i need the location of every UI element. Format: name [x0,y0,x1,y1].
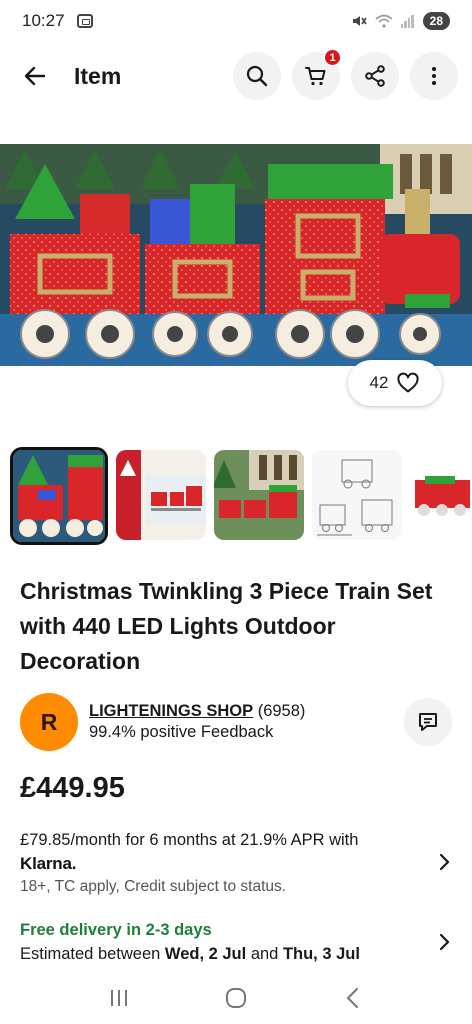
item-price: £449.95 [20,772,125,804]
delivery-row[interactable]: Free delivery in 2-3 days Estimated betw… [20,918,460,968]
more-options-button[interactable] [410,52,458,100]
header-actions: 1 [233,48,458,100]
back-arrow-icon [24,66,46,86]
thumbnail-4[interactable] [312,450,402,540]
recents-button[interactable] [95,976,143,1020]
watch-count: 42 [369,373,389,392]
free-delivery-label: Free delivery in 2-3 days [20,921,212,939]
status-icons: 28 [351,12,450,30]
cart-badge: 1 [323,48,342,67]
seller-name-link[interactable]: LIGHTENINGS SHOP [89,702,253,720]
delivery-estimate: Estimated between Wed, 2 Jul and Thu, 3 … [20,945,360,963]
cart-icon [305,67,326,86]
seller-feedback: 99.4% positive Feedback [89,723,274,741]
seller-section: R LIGHTENINGS SHOP (6958) 99.4% positive… [20,693,452,751]
product-main-image[interactable] [0,144,472,366]
cart-button[interactable]: 1 [292,48,342,100]
mute-icon [352,16,367,26]
chevron-right-icon [439,853,450,871]
chevron-right-icon [439,933,450,951]
signal-icon [400,14,415,28]
wifi-icon [375,14,393,28]
thumbnail-strip [10,447,470,545]
seller-score: (6958) [257,702,306,720]
contact-seller-button[interactable] [404,698,452,746]
thumbnail-2[interactable] [116,450,206,540]
heart-icon [397,372,420,393]
search-icon [246,65,268,87]
back-button[interactable] [10,51,60,101]
battery-indicator: 28 [422,12,450,30]
finance-option-row[interactable]: £79.85/month for 6 months at 21.9% APR w… [20,828,460,900]
klarna-logo: Klarna. [20,854,77,873]
seller-avatar[interactable]: R [20,693,78,751]
thumbnail-1[interactable] [10,447,108,545]
search-button[interactable] [233,52,281,100]
delivery-date-start: Wed, 2 Jul [164,945,247,963]
share-button[interactable] [351,52,399,100]
screenshot-icon [76,14,93,28]
system-back-button[interactable] [329,976,377,1020]
thumbnail-3[interactable] [214,450,304,540]
item-title: Christmas Twinkling 3 Piece Train Set wi… [20,578,433,674]
thumbnail-5[interactable] [410,450,470,540]
status-bar: 10:27 28 [0,0,472,42]
message-icon [419,713,437,731]
system-back-icon [347,988,359,1008]
finance-terms-line: £79.85/month for 6 months at 21.9% APR w… [20,831,359,849]
page-title: Item [74,62,122,89]
finance-disclaimer: 18+, TC apply, Credit subject to status. [20,878,287,895]
recents-icon [110,990,127,1006]
delivery-date-end: Thu, 3 Jul [282,945,360,963]
status-time: 10:27 [22,11,65,30]
system-nav-bar [0,972,472,1024]
app-header: Item 1 [0,48,472,104]
home-button[interactable] [212,976,260,1020]
home-icon [225,988,246,1008]
watchlist-button[interactable]: 42 [348,360,442,406]
share-icon [365,65,385,87]
seller-info: LIGHTENINGS SHOP (6958) 99.4% positive F… [89,702,305,742]
more-vertical-icon [432,67,436,85]
